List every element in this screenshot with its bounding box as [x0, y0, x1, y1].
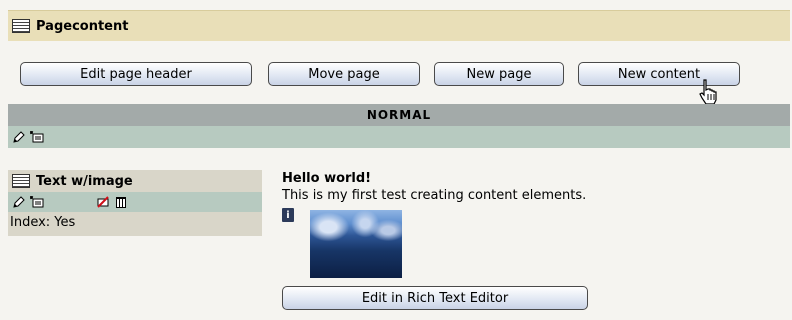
page-content-header: Pagecontent — [8, 10, 790, 41]
trash-icon[interactable] — [114, 195, 128, 209]
move-page-button[interactable]: Move page — [268, 62, 420, 86]
page-content-panel: Pagecontent Edit page header Move page N… — [0, 0, 792, 320]
edit-in-rte-button[interactable]: Edit in Rich Text Editor — [282, 286, 588, 310]
pencil-icon[interactable] — [12, 130, 26, 144]
hide-icon[interactable] — [96, 195, 110, 209]
page-icon — [12, 19, 30, 33]
column-header-normal: NORMAL — [8, 104, 790, 126]
edit-page-header-button[interactable]: Edit page header — [20, 62, 252, 86]
content-element-body: Hello world! This is my first test creat… — [282, 170, 782, 204]
content-element-toolbar — [8, 192, 262, 212]
text-image-icon — [12, 174, 30, 188]
content-heading: Hello world! — [282, 171, 372, 186]
hand-cursor-icon — [699, 79, 717, 105]
content-image-thumbnail — [310, 210, 402, 278]
page-content-title: Pagecontent — [36, 18, 129, 34]
column-toolbar — [8, 126, 790, 148]
info-icon[interactable]: i — [282, 208, 294, 222]
new-content-icon[interactable] — [30, 195, 44, 209]
content-bodytext: This is my first test creating content e… — [282, 188, 587, 203]
new-page-button[interactable]: New page — [434, 62, 564, 86]
content-element-header: Text w/image — [8, 170, 262, 192]
pencil-icon[interactable] — [12, 195, 26, 209]
content-element-type: Text w/image — [36, 173, 133, 189]
new-content-icon[interactable] — [30, 130, 44, 144]
index-status: Index: Yes — [8, 212, 262, 236]
